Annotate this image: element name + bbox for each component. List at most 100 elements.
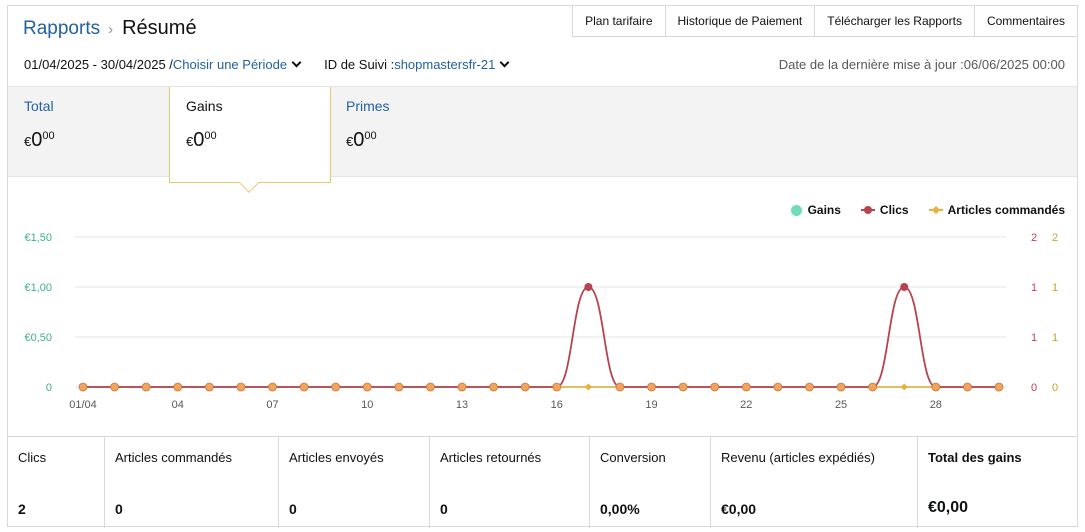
stat-value: €0,00	[721, 501, 757, 517]
series-point	[615, 382, 625, 392]
legend-clics-marker	[860, 206, 875, 214]
tab-pricing-plan[interactable]: Plan tarifaire	[572, 5, 665, 37]
x-tick-label: 16	[551, 399, 563, 411]
series-point	[931, 382, 941, 392]
tab-feedback[interactable]: Commentaires	[973, 5, 1078, 37]
series-point	[994, 382, 1004, 392]
period-dropdown[interactable]: Choisir une Période	[173, 57, 306, 72]
series-point	[552, 382, 562, 392]
legend-gains[interactable]: Gains	[790, 203, 841, 217]
chevron-down-icon	[291, 57, 302, 68]
series-point	[236, 382, 246, 392]
tab-download-reports[interactable]: Télécharger les Rapports	[814, 5, 974, 37]
y-right-clics-tick-label: 2	[1031, 232, 1037, 244]
x-tick-label: 19	[645, 399, 657, 411]
legend-articles-marker	[928, 206, 943, 214]
x-tick-label: 10	[361, 399, 373, 411]
stat-clics: Clics 2	[8, 437, 105, 528]
summary-band: Total €000 Gains €000 Primes €000	[8, 86, 1077, 193]
series-point	[678, 382, 688, 392]
series-clics-point	[900, 283, 909, 291]
x-tick-label: 13	[456, 399, 468, 411]
breadcrumb: Rapports › Résumé	[23, 17, 197, 40]
stat-label: Total des gains	[928, 450, 1022, 465]
earnings-chart: Gains Clics Articles commandés 0 0 0 €0,50 1…	[8, 178, 1077, 436]
legend-articles[interactable]: Articles commandés	[928, 203, 1065, 217]
stat-total-earnings: Total des gains €0,00	[918, 437, 1077, 528]
stat-value: 0	[440, 501, 448, 517]
series-point	[141, 382, 151, 392]
series-point	[78, 382, 88, 392]
summary-primes-label: Primes	[346, 98, 390, 114]
series-point	[520, 382, 530, 392]
series-point	[489, 382, 499, 392]
page-title: Résumé	[122, 17, 197, 39]
series-point	[868, 382, 878, 392]
stats-table: Clics 2 Articles commandés 0 Articles en…	[8, 436, 1077, 528]
stat-label: Articles commandés	[115, 450, 233, 465]
series-point	[457, 382, 467, 392]
y-right-clics-tick-label: 1	[1031, 282, 1037, 294]
breadcrumb-reports-link[interactable]: Rapports	[23, 18, 100, 40]
stat-articles-returned: Articles retournés 0	[430, 437, 590, 528]
date-range-text: 01/04/2025 - 30/04/2025 /	[24, 57, 173, 72]
tracking-id-label: ID de Suivi :	[324, 57, 395, 72]
stat-label: Articles retournés	[440, 450, 542, 465]
series-point	[741, 382, 751, 392]
series-point	[836, 382, 846, 392]
series-point	[647, 382, 656, 392]
legend-articles-label: Articles commandés	[947, 203, 1065, 217]
series-point	[268, 382, 277, 392]
y-right-articles-tick-label: 1	[1052, 282, 1058, 294]
x-tick-label: 04	[172, 399, 184, 411]
x-tick-label: 01/04	[69, 399, 97, 411]
summary-primes[interactable]: Primes €000	[331, 87, 491, 178]
x-tick-label: 28	[930, 399, 942, 411]
tab-payment-history[interactable]: Historique de Paiement	[664, 5, 815, 37]
stat-conversion: Conversion 0,00%	[590, 437, 711, 528]
stat-value: 2	[18, 501, 26, 517]
series-point	[173, 382, 183, 392]
stat-articles-shipped: Articles envoyés 0	[279, 437, 430, 528]
report-filters: 01/04/2025 - 30/04/2025 / Choisir une Pé…	[24, 57, 514, 72]
legend-clics[interactable]: Clics	[860, 203, 909, 217]
series-articles-point	[900, 383, 908, 391]
tracking-id-value: shopmastersfr-21	[394, 57, 496, 72]
series-point	[110, 382, 119, 392]
series-point	[805, 382, 814, 392]
summary-total[interactable]: Total €000	[8, 87, 168, 178]
series-point	[362, 382, 372, 392]
stat-value: 0	[115, 501, 123, 517]
stat-label: Revenu (articles expédiés)	[721, 450, 875, 465]
y-right-articles-tick-label: 1	[1052, 332, 1058, 344]
summary-primes-value: €000	[346, 129, 377, 151]
summary-gains[interactable]: Gains €000	[169, 87, 331, 193]
y-right-clics-tick-label: 1	[1031, 332, 1037, 344]
summary-total-label: Total	[24, 98, 54, 114]
stat-value: 0	[289, 501, 297, 517]
summary-total-value: €000	[24, 129, 55, 151]
series-clics-point	[584, 283, 593, 291]
x-tick-label: 22	[740, 399, 752, 411]
stat-revenue: Revenu (articles expédiés) €0,00	[711, 437, 918, 528]
tracking-id-dropdown[interactable]: shopmastersfr-21	[394, 57, 514, 72]
stat-label: Conversion	[600, 450, 666, 465]
stat-value: €0,00	[928, 499, 969, 516]
stat-articles-ordered: Articles commandés 0	[105, 437, 279, 528]
x-tick-label: 25	[835, 399, 847, 411]
y-left-tick-label: 0	[46, 382, 52, 394]
stat-label: Clics	[18, 450, 47, 465]
report-tabs: Plan tarifaire Historique de Paiement Té…	[572, 5, 1078, 37]
chevron-down-icon	[499, 57, 510, 68]
y-left-tick-label: €1,00	[24, 282, 52, 294]
summary-gains-value: €000	[186, 129, 217, 151]
last-updated-text: Date de la dernière mise à jour :06/06/2…	[778, 57, 1065, 72]
y-left-tick-label: €0,50	[24, 332, 52, 344]
series-point	[710, 382, 720, 392]
series-point	[204, 382, 214, 392]
report-panel: Rapports › Résumé Plan tarifaire Histori…	[7, 5, 1078, 528]
stat-label: Articles envoyés	[289, 450, 384, 465]
summary-gains-label: Gains	[186, 98, 223, 114]
y-right-articles-tick-label: 0	[1052, 382, 1058, 394]
series-point	[299, 382, 309, 392]
